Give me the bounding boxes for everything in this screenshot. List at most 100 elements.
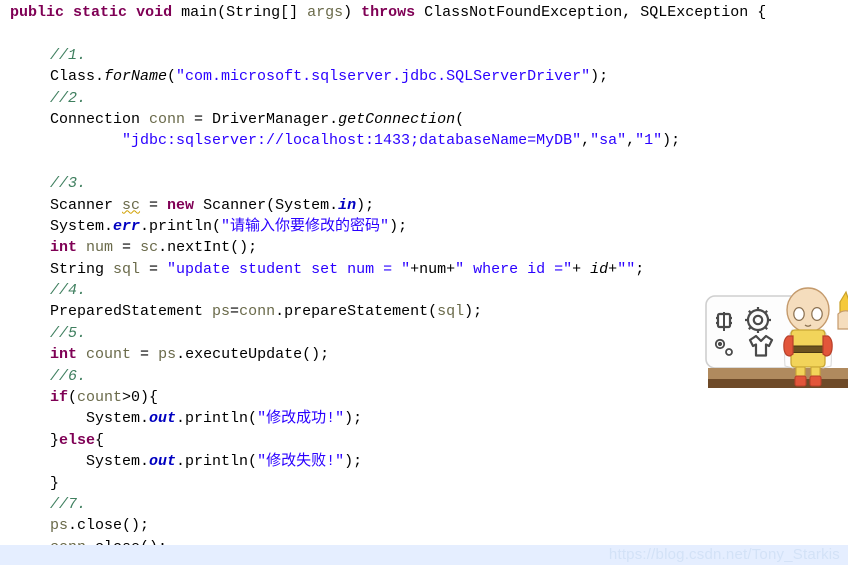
- code-line-num-decl[interactable]: int num = sc.nextInt();: [0, 237, 848, 258]
- token: getConnection: [338, 110, 456, 128]
- token: conn: [149, 110, 186, 128]
- token: .nextInt();: [158, 239, 258, 257]
- code-line-comment-6[interactable]: //6.: [0, 366, 848, 387]
- token: "sa": [590, 132, 627, 150]
- code-line-blank-2[interactable]: [0, 152, 848, 173]
- token: Scanner: [50, 196, 123, 214]
- code-line-comment-4[interactable]: //4.: [0, 280, 848, 301]
- token: //2.: [50, 89, 87, 107]
- token: num: [86, 239, 114, 257]
- token: count: [77, 389, 123, 407]
- token: out: [149, 453, 177, 471]
- token: {: [95, 431, 105, 449]
- token: Scanner(System.: [194, 196, 339, 214]
- token: "修改成功!": [257, 410, 345, 428]
- token: //7.: [50, 495, 87, 513]
- token: =: [113, 239, 141, 257]
- code-line-comment-2[interactable]: //2.: [0, 88, 848, 109]
- token: = DriverManager.: [185, 110, 339, 128]
- token: count: [86, 346, 132, 364]
- token: static: [73, 4, 128, 21]
- token: conn: [239, 303, 276, 321]
- code-line-count-decl[interactable]: int count = ps.executeUpdate();: [0, 344, 848, 365]
- token: );: [464, 303, 483, 321]
- token: new: [167, 196, 195, 214]
- token: =: [140, 196, 168, 214]
- token: void: [136, 4, 173, 21]
- code-line-ps-close[interactable]: ps.close();: [0, 515, 848, 536]
- token: >0){: [122, 389, 159, 407]
- code-line-comment-7[interactable]: //7.: [0, 494, 848, 515]
- token: "jdbc:sqlserver://localhost:1433;databas…: [122, 132, 582, 150]
- code-line-else-statement[interactable]: }else{: [0, 430, 848, 451]
- token: "修改失败!": [257, 453, 345, 471]
- token: .println(: [140, 217, 222, 235]
- code-line-connection-decl[interactable]: Connection conn = DriverManager.getConne…: [0, 109, 848, 130]
- token: ,: [581, 132, 591, 150]
- token: +: [608, 260, 618, 278]
- token: ps: [158, 346, 177, 364]
- token: (: [167, 68, 177, 86]
- code-line-method-signature[interactable]: public static void main(String[] args) t…: [0, 0, 848, 23]
- token: main(String[]: [172, 4, 308, 21]
- code-line-sql-decl[interactable]: String sql = "update student set num = "…: [0, 259, 848, 280]
- code-line-connection-url[interactable]: "jdbc:sqlserver://localhost:1433;databas…: [0, 130, 848, 151]
- token: sc: [140, 239, 159, 257]
- token: .executeUpdate();: [176, 346, 330, 364]
- token: sql: [113, 260, 141, 278]
- token: //6.: [50, 367, 87, 385]
- code-line-prompt-println[interactable]: System.err.println("请输入你要修改的密码");: [0, 216, 848, 237]
- code-line-failure-println[interactable]: System.out.println("修改失败!");: [0, 451, 848, 472]
- code-line-success-println[interactable]: System.out.println("修改成功!");: [0, 408, 848, 429]
- token: System.: [50, 453, 150, 471]
- token: //3.: [50, 175, 87, 193]
- token: int: [50, 239, 78, 257]
- code-line-close-brace[interactable]: }: [0, 473, 848, 494]
- token: //4.: [50, 282, 87, 300]
- code-line-comment-3[interactable]: //3.: [0, 173, 848, 194]
- token: "": [617, 260, 636, 278]
- token: id: [590, 260, 609, 278]
- token: sc: [122, 196, 141, 214]
- token: ps: [212, 303, 231, 321]
- code-line-preparedstatement-decl[interactable]: PreparedStatement ps=conn.prepareStateme…: [0, 301, 848, 322]
- token: ): [343, 4, 362, 21]
- token: Connection: [50, 110, 150, 128]
- code-line-if-statement[interactable]: if(count>0){: [0, 387, 848, 408]
- code-line-comment-1[interactable]: //1.: [0, 45, 848, 66]
- token: );: [590, 68, 609, 86]
- token: (: [455, 110, 465, 128]
- token: );: [662, 132, 681, 150]
- code-editor-canvas[interactable]: public static void main(String[] args) t…: [0, 0, 848, 570]
- token: args: [307, 4, 344, 21]
- token: //1.: [50, 46, 87, 64]
- token: +num+: [410, 260, 456, 278]
- token: throws: [361, 4, 416, 21]
- token: +: [572, 260, 591, 278]
- code-line-class-forname[interactable]: Class.forName("com.microsoft.sqlserver.j…: [0, 66, 848, 87]
- token: "com.microsoft.sqlserver.jdbc.SQLServerD…: [176, 68, 591, 86]
- token: );: [356, 196, 375, 214]
- watermark-text: https://blog.csdn.net/Tony_Starkis: [608, 546, 840, 563]
- code-line-comment-5[interactable]: //5.: [0, 323, 848, 344]
- token: int: [50, 346, 78, 364]
- token: //5.: [50, 324, 87, 342]
- token: if: [50, 389, 69, 407]
- token: }: [50, 431, 60, 449]
- token: ;: [635, 260, 645, 278]
- token: String: [50, 260, 114, 278]
- token: System.: [50, 410, 150, 428]
- token: in: [338, 196, 357, 214]
- token: .prepareStatement(: [275, 303, 438, 321]
- token: " where id =": [455, 260, 573, 278]
- token: "update student set num = ": [167, 260, 411, 278]
- token: }: [50, 474, 60, 492]
- code-line-scanner-decl[interactable]: Scanner sc = new Scanner(System.in);: [0, 195, 848, 216]
- token: err: [113, 217, 141, 235]
- token: System.: [50, 217, 114, 235]
- code-line-blank-1[interactable]: [0, 23, 848, 44]
- token: out: [149, 410, 177, 428]
